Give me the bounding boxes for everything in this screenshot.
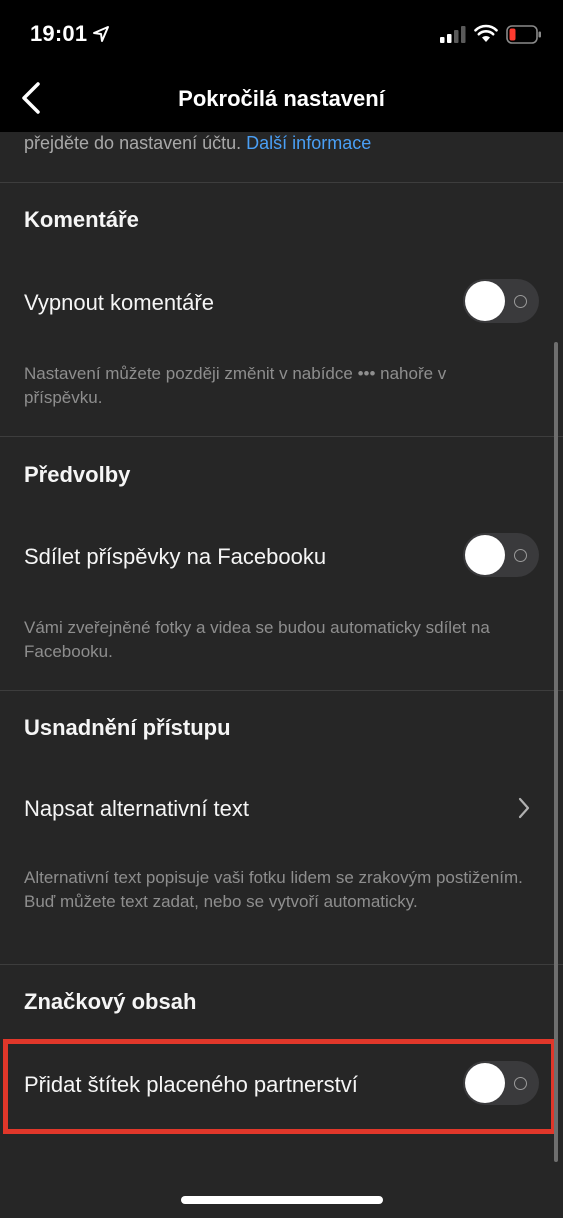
section-title-preferences: Předvolby bbox=[24, 462, 131, 487]
nav-bar: Pokročilá nastavení bbox=[0, 66, 563, 132]
divider bbox=[0, 436, 563, 437]
battery-low-icon bbox=[506, 25, 541, 44]
paid-partnership-toggle[interactable] bbox=[463, 1061, 539, 1105]
account-settings-note: přejděte do nastavení účtu. Další inform… bbox=[24, 132, 371, 154]
section-title-branded-content: Značkový obsah bbox=[24, 989, 197, 1014]
status-time: 19:01 bbox=[30, 21, 88, 46]
chevron-right-icon[interactable] bbox=[516, 796, 532, 820]
section-title-comments: Komentáře bbox=[24, 207, 139, 232]
share-to-facebook-toggle[interactable] bbox=[463, 533, 539, 577]
toggle-knob bbox=[465, 281, 505, 321]
home-indicator[interactable] bbox=[181, 1196, 383, 1204]
location-arrow-icon bbox=[93, 26, 109, 42]
divider bbox=[0, 182, 563, 183]
paid-partnership-label: Přidat štítek placeného partnerství bbox=[24, 1072, 358, 1097]
page-title: Pokročilá nastavení bbox=[178, 86, 385, 111]
facebook-note: Vámi zveřejněné fotky a videa se budou a… bbox=[24, 618, 490, 661]
scrollbar[interactable] bbox=[554, 342, 558, 1162]
comments-note: Nastavení můžete později změnit v nabídc… bbox=[24, 364, 447, 407]
cellular-signal-icon bbox=[440, 26, 466, 43]
turn-off-comments-label: Vypnout komentáře bbox=[24, 290, 214, 315]
section-title-accessibility: Usnadnění přístupu bbox=[24, 715, 231, 740]
write-alt-text-row[interactable]: Napsat alternativní text bbox=[24, 796, 249, 822]
toggle-off-indicator-icon bbox=[514, 549, 527, 562]
toggle-off-indicator-icon bbox=[514, 295, 527, 308]
status-bar: 19:01 bbox=[0, 0, 563, 66]
account-settings-note-text: přejděte do nastavení účtu. bbox=[24, 133, 242, 153]
turn-off-comments-toggle[interactable] bbox=[463, 279, 539, 323]
divider bbox=[0, 964, 563, 965]
toggle-knob bbox=[465, 1063, 505, 1103]
toggle-off-indicator-icon bbox=[514, 1077, 527, 1090]
divider bbox=[0, 690, 563, 691]
toggle-knob bbox=[465, 535, 505, 575]
more-info-link[interactable]: Další informace bbox=[246, 133, 371, 153]
settings-content: přejděte do nastavení účtu. Další inform… bbox=[0, 132, 563, 1218]
share-to-facebook-label: Sdílet příspěvky na Facebooku bbox=[24, 544, 327, 569]
alt-text-note: Alternativní text popisuje vaši fotku li… bbox=[24, 868, 523, 911]
wifi-icon bbox=[474, 24, 498, 42]
